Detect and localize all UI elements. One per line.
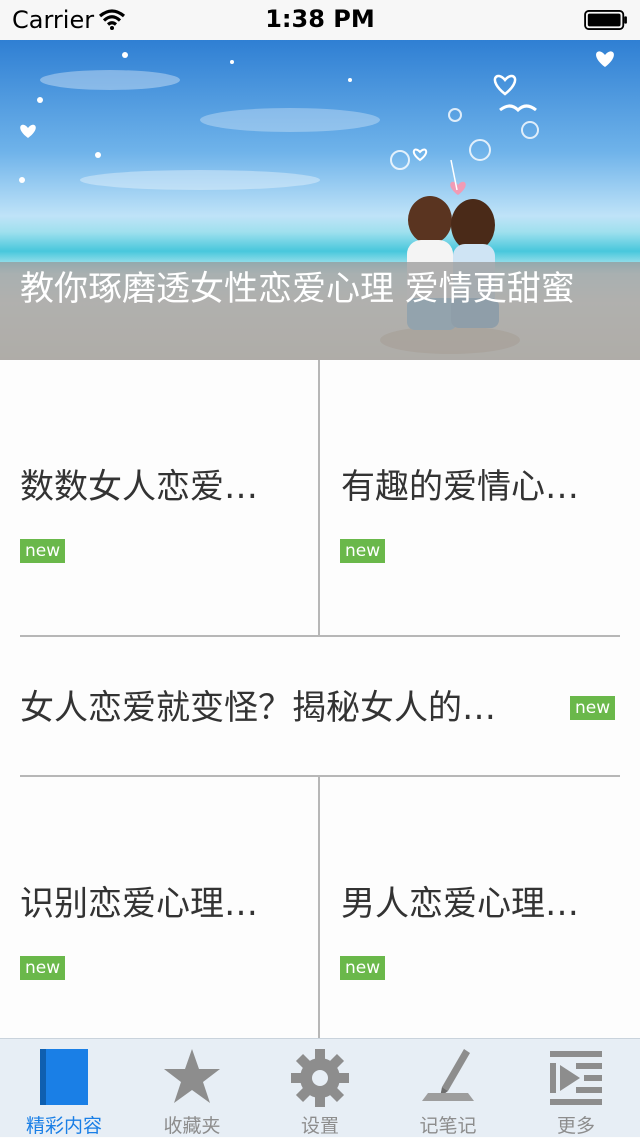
gear-icon (291, 1049, 349, 1107)
article-title: 识别恋爱心理… (20, 884, 258, 924)
banner-title: 教你琢磨透女性恋爱心理 爱情更甜蜜 (20, 269, 575, 309)
battery-icon (584, 10, 627, 30)
article-title: 数数女人恋爱… (20, 467, 258, 507)
tab-notes[interactable]: 记笔记 (384, 1039, 512, 1137)
tab-favorites[interactable]: 收藏夹 (128, 1039, 256, 1137)
tab-settings[interactable]: 设置 (256, 1039, 384, 1137)
article-card[interactable]: 男人恋爱心理… new (320, 777, 640, 1038)
new-badge: new (20, 539, 66, 563)
featured-banner[interactable]: 教你琢磨透女性恋爱心理 爱情更甜蜜 (0, 40, 640, 360)
article-title: 男人恋爱心理… (341, 884, 579, 924)
tab-label: 设置 (300, 1115, 339, 1137)
new-badge: new (340, 956, 386, 980)
tab-label: 收藏夹 (163, 1115, 221, 1137)
status-time: 1:38 PM (265, 5, 375, 33)
pen-icon (422, 1049, 474, 1101)
new-badge: new (20, 956, 66, 980)
book-icon (40, 1049, 88, 1105)
article-row[interactable]: 女人恋爱就变怪？揭秘女人的… new (0, 637, 640, 776)
star-icon (164, 1049, 220, 1103)
banner-caption: 教你琢磨透女性恋爱心理 爱情更甜蜜 (0, 262, 640, 360)
column-divider (318, 777, 320, 1038)
article-card[interactable]: 有趣的爱情心… new (320, 360, 640, 636)
new-badge: new (570, 696, 616, 720)
tab-more[interactable]: 更多 (512, 1039, 640, 1137)
new-badge: new (340, 539, 386, 563)
article-card[interactable]: 识别恋爱心理… new (0, 777, 318, 1038)
article-title: 女人恋爱就变怪？揭秘女人的… (20, 688, 496, 728)
tab-label: 更多 (556, 1115, 595, 1137)
article-title: 有趣的爱情心… (341, 467, 579, 507)
tab-featured[interactable]: 精彩内容 (0, 1039, 128, 1137)
status-bar: Carrier 1:38 PM (0, 0, 640, 40)
tab-label: 记笔记 (419, 1115, 477, 1137)
tab-label: 精彩内容 (25, 1115, 102, 1137)
tab-bar: 精彩内容 收藏夹 设置 记笔记 更多 (0, 1038, 640, 1137)
list-indent-icon (550, 1051, 602, 1105)
column-divider (318, 360, 320, 636)
article-card[interactable]: 数数女人恋爱… new (0, 360, 318, 636)
